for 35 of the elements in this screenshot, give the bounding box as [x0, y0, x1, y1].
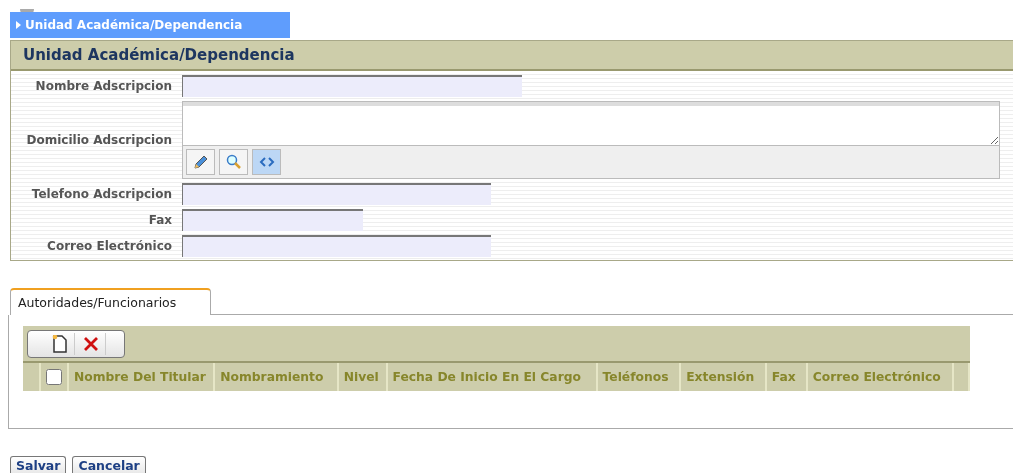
- form-button[interactable]: Salvar: [10, 456, 67, 473]
- input-field[interactable]: [182, 235, 491, 257]
- field-label: Nombre Adscripcion: [34, 79, 172, 93]
- column-header[interactable]: Nombre Del Titular: [68, 363, 216, 391]
- editor-tool-button[interactable]: [186, 149, 215, 175]
- select-all-checkbox[interactable]: [45, 369, 62, 385]
- editor-tool-button[interactable]: [252, 149, 281, 175]
- editor-tool-button[interactable]: [219, 149, 248, 175]
- panel-title: Unidad Académica/Dependencia: [23, 46, 295, 64]
- grid-tool-button[interactable]: [83, 332, 106, 355]
- field-label: Domicilio Adscripcion: [25, 133, 172, 147]
- tab[interactable]: Autoridades/Funcionarios: [10, 288, 211, 315]
- column-header[interactable]: Nombramiento: [215, 363, 339, 391]
- breadcrumb-label: Unidad Académica/Dependencia: [25, 18, 243, 32]
- input-field[interactable]: [182, 75, 522, 97]
- column-header[interactable]: Fecha De Inicio En El Cargo: [387, 363, 598, 391]
- caret-icon: [16, 21, 21, 29]
- delete-icon: [83, 335, 99, 352]
- input-field[interactable]: [182, 183, 491, 205]
- column-header[interactable]: Fax: [766, 363, 808, 391]
- field-label: Correo Electrónico: [46, 239, 172, 253]
- column-header[interactable]: Nivel: [338, 363, 388, 391]
- grid-tool-button[interactable]: [52, 332, 75, 355]
- breadcrumb-tab[interactable]: Unidad Académica/Dependencia: [10, 12, 290, 38]
- pencil-icon: [192, 154, 209, 170]
- search-icon: [225, 154, 242, 170]
- field-label: Fax: [147, 213, 172, 227]
- column-header[interactable]: Teléfonos: [597, 363, 682, 391]
- input-field[interactable]: [182, 209, 363, 231]
- code-icon: [258, 156, 275, 168]
- new-document-icon: [52, 334, 68, 353]
- field-label: Telefono Adscripcion: [30, 187, 172, 201]
- column-header[interactable]: Correo Electrónico: [807, 363, 955, 391]
- column-header[interactable]: Extensión: [681, 363, 767, 391]
- form-button[interactable]: Cancelar: [72, 456, 146, 473]
